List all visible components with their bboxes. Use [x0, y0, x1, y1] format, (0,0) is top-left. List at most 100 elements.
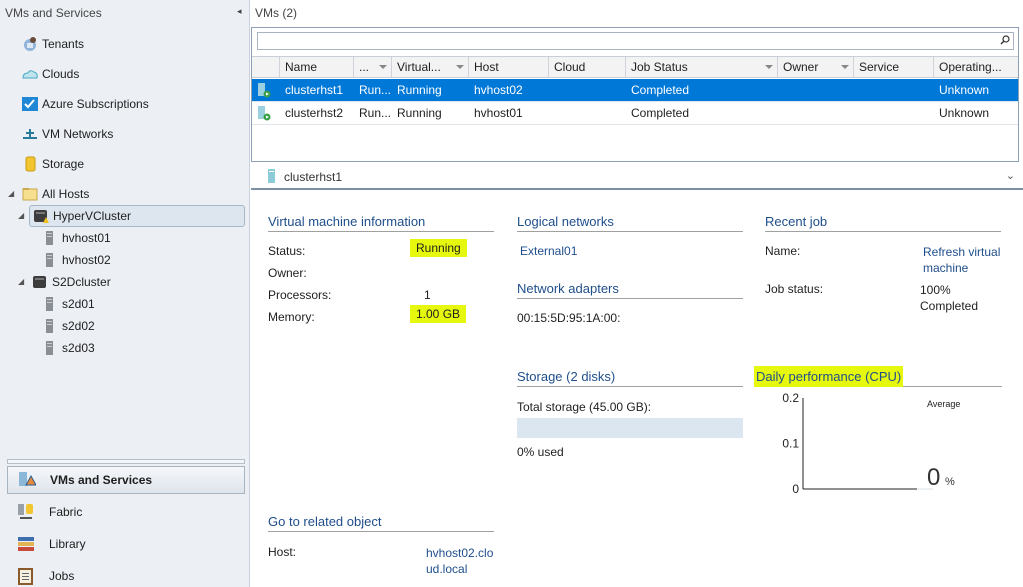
vm-icon	[268, 169, 275, 183]
column-label: Name	[285, 60, 318, 74]
vm-icon	[252, 102, 280, 124]
tree-node-label: hvhost02	[62, 253, 111, 267]
cell-virtual: Running	[397, 106, 442, 120]
workspace-jobs[interactable]: Jobs	[7, 562, 245, 587]
cell-service	[854, 102, 934, 124]
tree-node-host[interactable]: s2d03	[42, 337, 95, 359]
cell-name: clusterhst2	[285, 106, 344, 120]
expand-arrow-icon[interactable]: ◢	[18, 211, 28, 220]
filter-dropdown-icon[interactable]	[456, 65, 464, 69]
related-host-line: hvhost02.clo	[426, 546, 494, 560]
nav-item-vm-networks[interactable]: VM Networks	[22, 123, 113, 145]
nav-item-label: Storage	[42, 157, 85, 171]
job-name-label: Name:	[765, 244, 801, 258]
cluster-warning-icon	[33, 208, 49, 224]
server-icon	[42, 230, 58, 246]
y-tick-label: 0.1	[782, 437, 799, 451]
storage-usage-bar	[517, 418, 743, 438]
job-status-percent: 100%	[920, 283, 951, 297]
job-name-link[interactable]: Refresh virtual machine	[923, 244, 1000, 276]
column-header-icon[interactable]	[252, 57, 280, 77]
expand-arrow-icon[interactable]: ◢	[8, 189, 18, 198]
search-box[interactable]	[257, 32, 1014, 50]
tree-node-label: HyperVCluster	[53, 209, 132, 223]
cloud-icon	[22, 66, 38, 82]
related-host-link[interactable]: hvhost02.clo ud.local	[426, 545, 493, 577]
nav-item-storage[interactable]: Storage	[22, 153, 84, 175]
section-title-related: Go to related object	[268, 514, 494, 532]
cell-name: clusterhst1	[285, 83, 344, 97]
table-row[interactable]: clusterhst1 Run... Running hvhost02 Comp…	[252, 79, 1018, 102]
tree-node-host[interactable]: hvhost01	[42, 227, 111, 249]
section-title-vm-info: Virtual machine information	[268, 214, 494, 232]
table-row[interactable]: clusterhst2 Run... Running hvhost01 Comp…	[252, 102, 1018, 125]
memory-value: 1.00 GB	[410, 305, 467, 323]
tree-node-s2dcluster[interactable]: S2Dcluster	[32, 271, 111, 293]
cell-status: Run...	[359, 83, 392, 97]
vm-icon	[252, 79, 280, 101]
search-icon[interactable]	[1000, 35, 1010, 45]
related-host-line: ud.local	[426, 562, 468, 576]
column-header-virtual[interactable]: Virtual...	[392, 57, 469, 77]
vm-network-icon	[22, 126, 38, 142]
search-input[interactable]	[258, 33, 1013, 49]
filter-dropdown-icon[interactable]	[379, 65, 387, 69]
nav-item-azure-subscriptions[interactable]: Azure Subscriptions	[22, 93, 149, 115]
collapse-pane-button[interactable]: ◂	[237, 6, 242, 17]
workspace-label: VMs and Services	[50, 473, 153, 487]
workspace-fabric[interactable]: Fabric	[7, 498, 245, 526]
total-storage-label: Total storage (45.00 GB):	[517, 400, 652, 414]
y-tick-label: 0.2	[782, 391, 799, 405]
workspace-label: Fabric	[49, 505, 83, 519]
column-header-name[interactable]: Name	[280, 57, 354, 77]
column-label: Virtual...	[397, 60, 441, 74]
column-header-owner[interactable]: Owner	[778, 57, 854, 77]
owner-label: Owner:	[268, 266, 307, 280]
expand-arrow-icon[interactable]: ◢	[18, 277, 28, 286]
average-unit: %	[945, 476, 955, 488]
cell-job-status: Completed	[631, 106, 690, 120]
cluster-icon	[32, 274, 48, 290]
storage-icon	[22, 156, 38, 172]
tree-node-all-hosts[interactable]: All Hosts	[22, 183, 89, 205]
job-status-value: 100% Completed	[920, 282, 978, 314]
workspace-label: Library	[49, 537, 86, 551]
column-label: Service	[859, 60, 900, 74]
logical-network-link[interactable]: External01	[520, 244, 577, 258]
filter-dropdown-icon[interactable]	[765, 65, 773, 69]
tree-node-host[interactable]: s2d01	[42, 293, 95, 315]
section-title-performance: Daily performance (CPU)	[754, 366, 1002, 387]
nav-item-clouds[interactable]: Clouds	[22, 63, 79, 85]
details-header: clusterhst1 ⌄	[251, 163, 1023, 190]
column-header-cloud[interactable]: Cloud	[549, 57, 626, 77]
column-header-status[interactable]: ...	[354, 57, 392, 77]
folder-icon	[22, 186, 38, 202]
cell-cloud	[549, 102, 626, 124]
tree-node-hypervcluster[interactable]: HyperVCluster	[29, 205, 245, 227]
library-icon	[17, 535, 35, 553]
tree-node-label: All Hosts	[42, 187, 90, 201]
cell-owner	[778, 102, 854, 124]
server-icon	[42, 296, 58, 312]
section-title-storage: Storage (2 disks)	[517, 369, 743, 387]
filter-dropdown-icon[interactable]	[841, 65, 849, 69]
chevron-down-icon[interactable]: ⌄	[1006, 169, 1015, 182]
column-header-service[interactable]: Service	[854, 57, 934, 77]
workspace-library[interactable]: Library	[7, 530, 245, 558]
network-adapter-mac: 00:15:5D:95:1A:00:	[517, 311, 621, 325]
details-vm-name: clusterhst1	[284, 170, 343, 184]
tree-node-host[interactable]: s2d02	[42, 315, 95, 337]
nav-item-label: Azure Subscriptions	[42, 97, 149, 111]
cell-job-status: Completed	[631, 83, 690, 97]
column-label: Owner	[783, 60, 819, 74]
nav-item-label: VM Networks	[42, 127, 114, 141]
column-header-os[interactable]: Operating...	[934, 57, 1018, 77]
tree-node-host[interactable]: hvhost02	[42, 249, 111, 271]
workspace-splitter[interactable]	[7, 459, 245, 464]
cell-os: Unknown	[939, 83, 990, 97]
workspace-vms-and-services[interactable]: VMs and Services	[7, 466, 245, 494]
column-header-job-status[interactable]: Job Status	[626, 57, 778, 77]
cell-owner	[778, 79, 854, 101]
nav-item-tenants[interactable]: Tenants	[22, 33, 84, 55]
column-header-host[interactable]: Host	[469, 57, 549, 77]
